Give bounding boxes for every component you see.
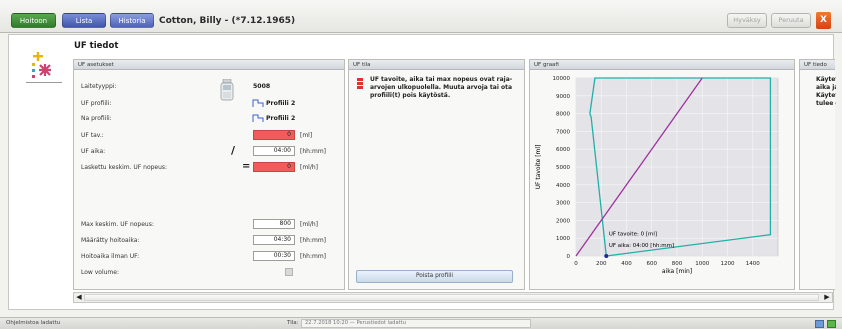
uf-profile-value[interactable]: Profiili 2 <box>266 100 295 107</box>
x-axis-label: aika [min] <box>662 268 692 275</box>
uf-chart: 0100020003000400050006000700080009000100… <box>535 76 779 275</box>
max-rate-label: Max keskim. UF nopeus: <box>81 221 154 228</box>
x-tick-label: 1400 <box>746 261 760 267</box>
chart-grid <box>575 77 779 257</box>
scroll-thumb[interactable] <box>84 294 819 301</box>
y-tick-label: 5000 <box>556 165 570 171</box>
remove-profile-button[interactable]: Poista profiili <box>356 270 513 283</box>
equals-symbol: = <box>242 161 251 172</box>
panel-header: UF tiedo <box>800 60 835 70</box>
calc-rate-unit: [ml/h] <box>300 164 319 171</box>
uf-symbol-icon <box>32 52 51 78</box>
y-tick-label: 2000 <box>556 218 570 224</box>
connection-icon <box>827 320 836 328</box>
tab-lista[interactable]: Lista <box>62 13 106 28</box>
panel-header: UF graafi <box>530 60 794 70</box>
chart-annotation: UF tavoite: 0 [ml] <box>609 232 657 238</box>
x-tick-label: 200 <box>596 261 607 267</box>
status-bar: Ohjelmistoa ladattu Tila: 22.7.2018 10:2… <box>0 317 842 329</box>
max-rate-unit: [ml/h] <box>300 221 319 228</box>
accept-button[interactable]: Hyväksy <box>727 13 767 28</box>
horizontal-scrollbar[interactable]: ◀ ▶ <box>73 292 833 303</box>
panel-header: UF tila <box>349 60 524 70</box>
na-profile-value[interactable]: Profiili 2 <box>266 115 295 122</box>
x-tick-label: 1200 <box>721 261 735 267</box>
y-tick-label: 1000 <box>556 236 570 242</box>
status-message: Ohjelmistoa ladattu <box>6 320 61 326</box>
status-tila-label: Tila: <box>287 320 299 326</box>
uf-info-line: aika ja <box>816 84 836 91</box>
uf-goal-input[interactable]: 0 <box>253 130 295 140</box>
uf-time-label: UF aika: <box>81 148 106 155</box>
calc-rate-value: 0 <box>253 162 295 172</box>
cancel-button[interactable]: Peruuta <box>771 13 811 28</box>
low-volume-checkbox[interactable] <box>285 268 293 276</box>
low-volume-label: Low volume: <box>81 269 119 276</box>
panel-header: UF asetukset <box>74 60 344 70</box>
treatment-time-label: Määrätty hoitoaika: <box>81 237 140 244</box>
scroll-right-icon[interactable]: ▶ <box>822 293 832 302</box>
tab-start[interactable]: Hoitoon <box>11 13 56 28</box>
divider <box>26 82 62 83</box>
uf-info-text: Käytet aika ja Käytet tulee o <box>816 76 836 108</box>
x-tick-label: 400 <box>621 261 632 267</box>
dialysis-machine-icon <box>220 79 234 101</box>
max-rate-input[interactable]: 800 <box>253 219 295 229</box>
no-uf-time-unit: [hh:mm] <box>300 253 326 260</box>
y-tick-label: 7000 <box>556 129 570 135</box>
close-button[interactable]: X <box>816 12 831 29</box>
top-toolbar: Hoitoon Lista Historia Cotton, Billy - (… <box>0 0 842 33</box>
y-tick-label: 3000 <box>556 201 570 207</box>
y-tick-label: 0 <box>567 254 571 260</box>
treatment-time-input[interactable]: 04:30 <box>253 235 295 245</box>
profile-icon <box>252 99 264 107</box>
x-tick-label: 800 <box>672 261 683 267</box>
data-point <box>604 254 609 258</box>
no-uf-time-input[interactable]: 00:30 <box>253 251 295 261</box>
warning-message: UF tavoite, aika tai max nopeus ovat raj… <box>370 76 513 99</box>
y-tick-label: 9000 <box>556 94 570 100</box>
x-tick-label: 0 <box>574 261 578 267</box>
uf-info-line: tulee o <box>816 100 836 107</box>
no-uf-time-label: Hoitoaika ilman UF: <box>81 253 140 260</box>
y-tick-label: 8000 <box>556 112 570 118</box>
uf-info-line: Käytet <box>816 76 836 83</box>
divide-symbol: / <box>231 144 236 157</box>
status-tila-value: 22.7.2018 10:20 — Perustiedot ladattu <box>301 319 531 328</box>
uf-time-input[interactable]: 04:00 <box>253 146 295 156</box>
tab-historia[interactable]: Historia <box>110 13 154 28</box>
y-tick-label: 6000 <box>556 147 570 153</box>
uf-time-unit: [hh:mm] <box>300 148 326 155</box>
x-tick-label: 1000 <box>695 261 709 267</box>
y-tick-label: 10000 <box>553 76 571 82</box>
chart-annotation: UF aika: 04:00 [hh:mm] <box>609 243 674 249</box>
na-profile-label: Na profiili: <box>81 115 112 122</box>
uf-goal-label: UF tav.: <box>81 132 104 139</box>
uf-info-line: Käytet <box>816 92 836 99</box>
profile-icon <box>252 114 264 122</box>
x-tick-label: 600 <box>647 261 658 267</box>
treatment-time-unit: [hh:mm] <box>300 237 326 244</box>
device-type-label: Laitetyyppi: <box>81 83 117 90</box>
y-tick-label: 4000 <box>556 183 570 189</box>
scroll-left-icon[interactable]: ◀ <box>74 293 84 302</box>
calc-rate-label: Laskettu keskim. UF nopeus: <box>81 164 168 171</box>
network-icon <box>815 320 824 328</box>
warning-icon <box>357 78 363 89</box>
section-title: UF tiedot <box>74 41 119 51</box>
app-window: Hoitoon Lista Historia Cotton, Billy - (… <box>0 0 842 329</box>
device-type-value: 5008 <box>253 83 271 90</box>
uf-goal-unit: [ml] <box>300 132 313 139</box>
uf-profile-label: UF profiili: <box>81 100 112 107</box>
patient-title: Cotton, Billy - (*7.12.1965) <box>159 16 296 26</box>
y-axis-label: UF tavoite [ml] <box>535 145 542 190</box>
